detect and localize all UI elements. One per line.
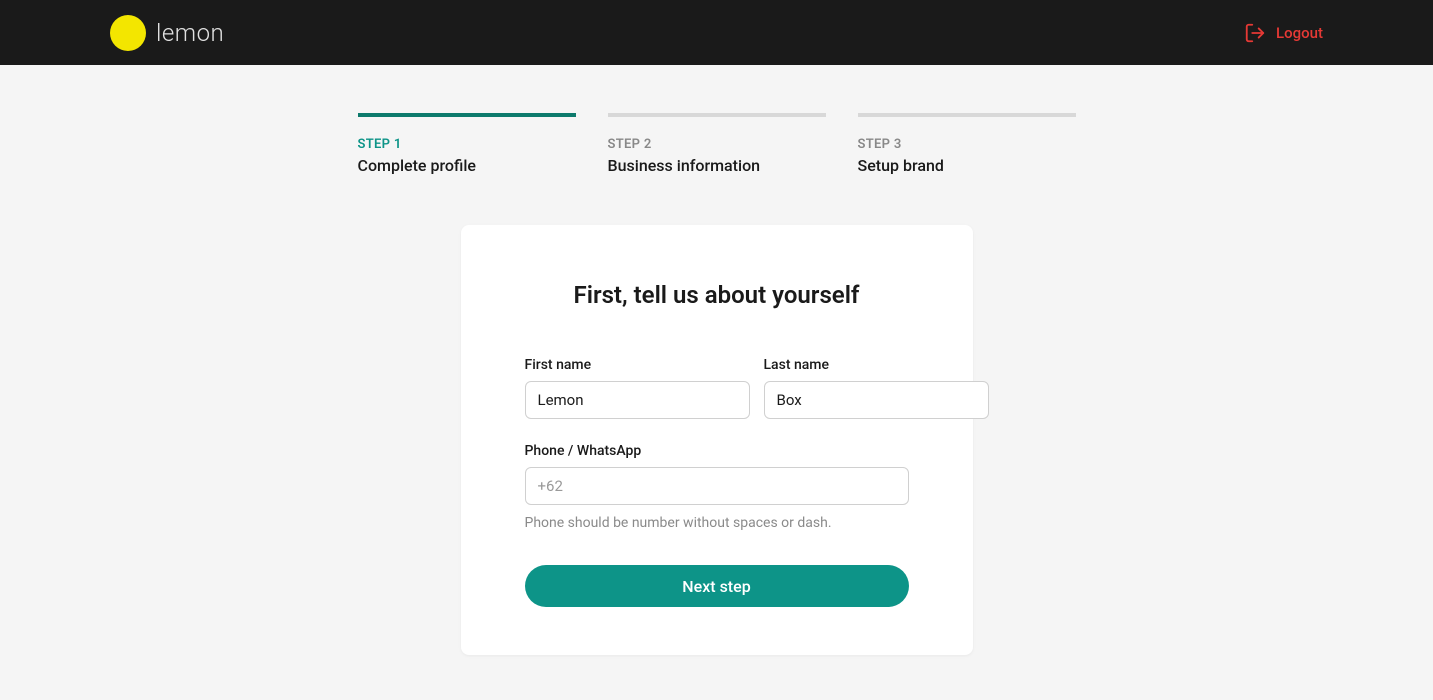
name-row: First name Last name xyxy=(525,357,909,419)
phone-input[interactable] xyxy=(525,467,909,505)
phone-section: Phone / WhatsApp Phone should be number … xyxy=(525,443,909,531)
phone-hint: Phone should be number without spaces or… xyxy=(525,515,909,531)
profile-form-card: First, tell us about yourself First name… xyxy=(461,225,973,655)
step-1-label: STEP 1 xyxy=(358,137,576,152)
phone-group: Phone / WhatsApp Phone should be number … xyxy=(525,443,909,531)
step-2: STEP 2 Business information xyxy=(608,113,826,175)
last-name-group: Last name xyxy=(764,357,989,419)
step-3-title: Setup brand xyxy=(858,156,1076,175)
brand-logo[interactable]: lemon xyxy=(110,15,224,51)
logout-button[interactable]: Logout xyxy=(1244,22,1323,44)
logout-icon xyxy=(1244,22,1266,44)
step-1: STEP 1 Complete profile xyxy=(358,113,576,175)
first-name-label: First name xyxy=(525,357,750,373)
step-2-title: Business information xyxy=(608,156,826,175)
progress-steps: STEP 1 Complete profile STEP 2 Business … xyxy=(0,113,1433,175)
step-2-label: STEP 2 xyxy=(608,137,826,152)
phone-label: Phone / WhatsApp xyxy=(525,443,909,459)
step-3: STEP 3 Setup brand xyxy=(858,113,1076,175)
logout-label: Logout xyxy=(1276,24,1323,42)
last-name-input[interactable] xyxy=(764,381,989,419)
step-3-bar xyxy=(858,113,1076,117)
step-2-bar xyxy=(608,113,826,117)
last-name-label: Last name xyxy=(764,357,989,373)
step-1-bar xyxy=(358,113,576,117)
app-header: lemon Logout xyxy=(0,0,1433,65)
brand-name: lemon xyxy=(156,19,224,47)
first-name-group: First name xyxy=(525,357,750,419)
step-3-label: STEP 3 xyxy=(858,137,1076,152)
form-heading: First, tell us about yourself xyxy=(525,281,909,309)
next-step-button[interactable]: Next step xyxy=(525,565,909,607)
step-1-title: Complete profile xyxy=(358,156,576,175)
first-name-input[interactable] xyxy=(525,381,750,419)
lemon-logo-icon xyxy=(110,15,146,51)
